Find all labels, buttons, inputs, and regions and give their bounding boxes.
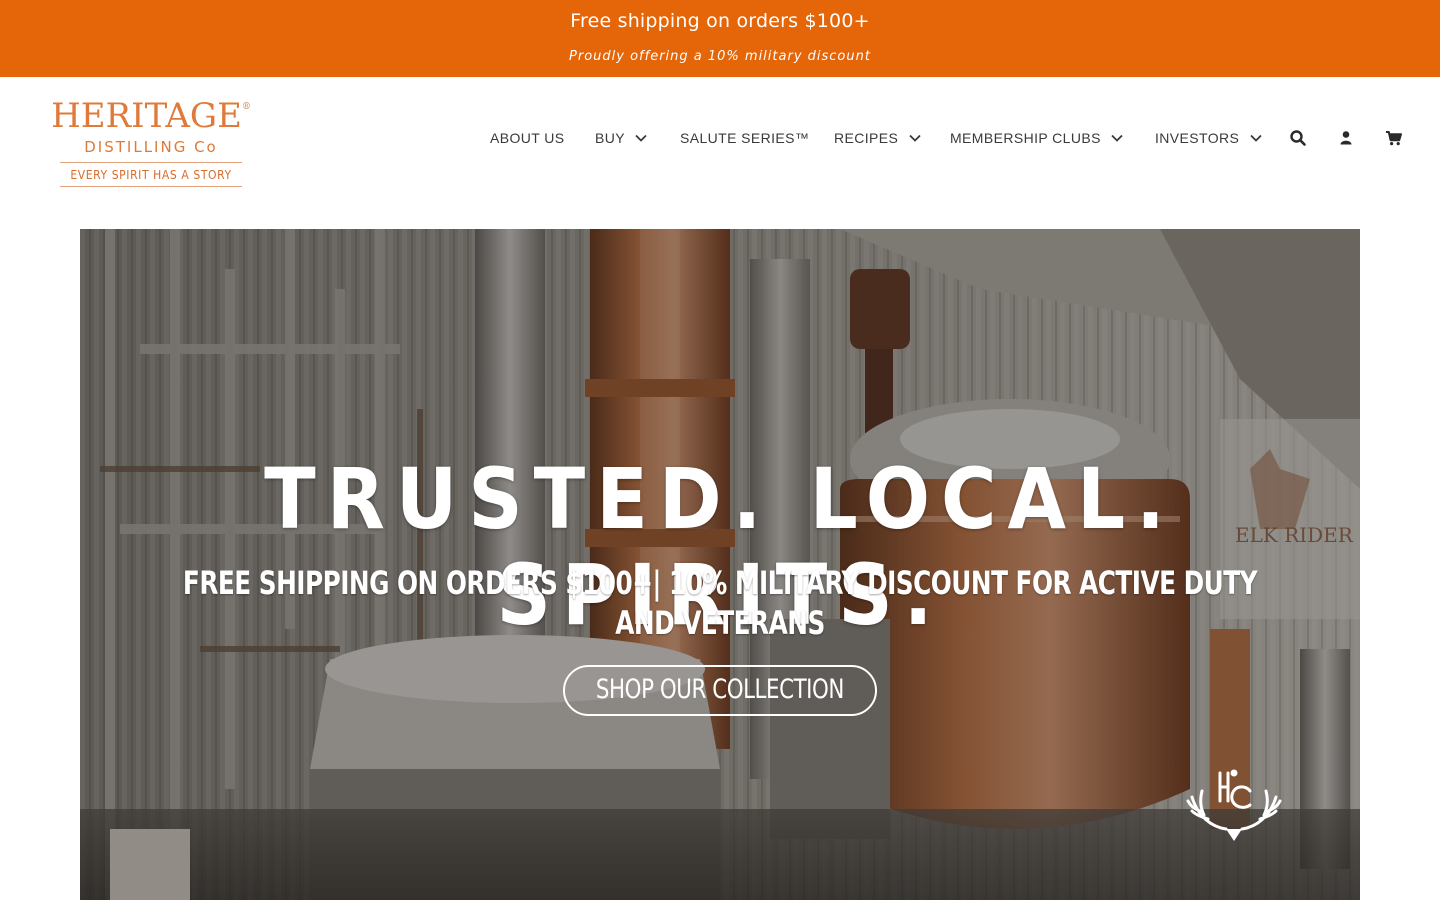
site-header: HERITAGE® DISTILLING Co EVERY SPIRIT HAS…: [0, 77, 1440, 229]
nav-item-investors[interactable]: INVESTORS: [1155, 127, 1262, 149]
search-icon[interactable]: [1289, 129, 1307, 147]
announcement-shipping-text: Free shipping on orders $100+: [570, 10, 870, 32]
announcement-military-text: Proudly offering a 10% military discount: [569, 49, 871, 64]
logo-tagline-text: EVERY SPIRIT HAS A STORY: [70, 168, 232, 182]
shop-our-collection-button[interactable]: SHOP OUR COLLECTION: [563, 665, 877, 716]
shop-button-label: SHOP OUR COLLECTION: [595, 674, 845, 705]
chevron-down-icon: [1249, 135, 1262, 143]
nav-item-label: SALUTE SERIES™: [680, 130, 810, 146]
hero-banner: ELK RIDER TRUSTED. LOCAL. SPIRITS. FREE …: [80, 229, 1360, 900]
logo-divider-bottom: [60, 186, 242, 187]
nav-item-buy[interactable]: BUY: [595, 127, 647, 149]
account-icon[interactable]: [1337, 129, 1355, 147]
registered-mark: ®: [241, 102, 251, 112]
nav-item-about-us[interactable]: ABOUT US: [490, 127, 565, 149]
nav-item-label: MEMBERSHIP CLUBS: [950, 130, 1101, 146]
nav-item-label: RECIPES: [834, 130, 899, 146]
hdc-antler-logo-icon: [1186, 769, 1282, 841]
chevron-down-icon: [1111, 135, 1123, 143]
nav-item-recipes[interactable]: RECIPES: [834, 127, 921, 149]
chevron-down-icon: [635, 135, 647, 143]
nav-item-membership-clubs[interactable]: MEMBERSHIP CLUBS: [950, 127, 1123, 149]
nav-item-label: INVESTORS: [1155, 130, 1240, 146]
hero-subtitle: FREE SHIPPING ON ORDERS $100+| 10% MILIT…: [182, 564, 1258, 642]
logo-divider: [60, 162, 242, 163]
announcement-bar: Free shipping on orders $100+ Proudly of…: [0, 0, 1440, 77]
chevron-down-icon: [908, 135, 921, 143]
cart-icon[interactable]: [1385, 129, 1403, 147]
nav-item-salute-series[interactable]: SALUTE SERIES™: [680, 127, 809, 149]
main-nav: ABOUT US BUY SALUTE SERIES™ RECIPES MEMB…: [0, 127, 1440, 149]
nav-item-label: BUY: [595, 130, 625, 146]
nav-item-label: ABOUT US: [490, 130, 565, 146]
